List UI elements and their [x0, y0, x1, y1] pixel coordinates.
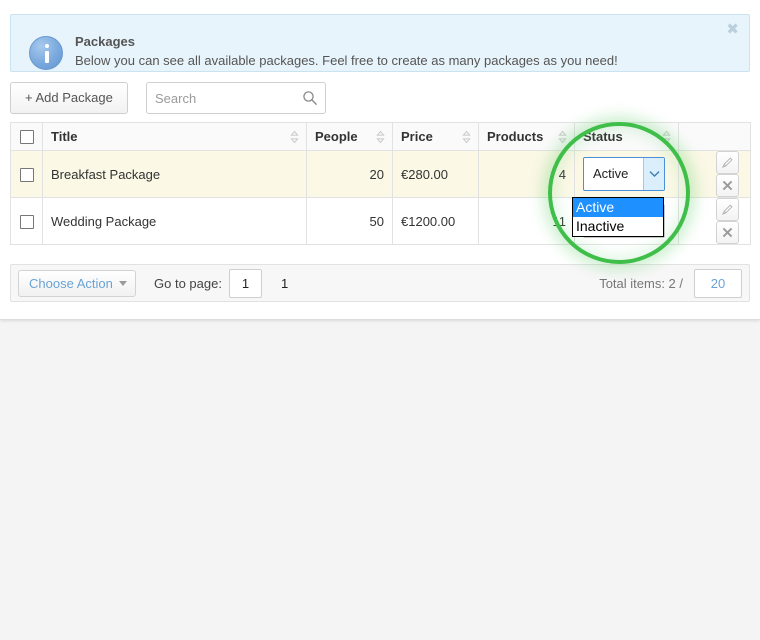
cell-status[interactable]: Active	[574, 150, 679, 198]
table-header-row: Title People Price Products Status	[10, 122, 751, 151]
column-label: Status	[583, 129, 623, 144]
close-icon	[722, 227, 733, 238]
page-number-input[interactable]	[229, 269, 262, 298]
search-input[interactable]	[147, 83, 299, 113]
status-select-value: Active	[593, 166, 629, 181]
alert-message: Below you can see all available packages…	[75, 53, 618, 68]
dropdown-option-inactive[interactable]: Inactive	[573, 217, 663, 236]
delete-button[interactable]	[716, 174, 739, 197]
cell-title: Wedding Package	[42, 197, 307, 245]
close-icon[interactable]: ✖	[726, 22, 739, 37]
goto-page-label: Go to page:	[154, 276, 222, 291]
column-label: Title	[51, 129, 78, 144]
delete-button[interactable]	[716, 221, 739, 244]
search-icon	[303, 91, 318, 106]
cell-title: Breakfast Package	[42, 150, 307, 198]
sort-icon[interactable]	[558, 130, 567, 143]
column-header-status[interactable]: Status	[574, 122, 679, 151]
column-header-products[interactable]: Products	[478, 122, 575, 151]
status-select[interactable]: Active	[583, 157, 665, 191]
column-header-price[interactable]: Price	[392, 122, 479, 151]
choose-action-button[interactable]: Choose Action	[18, 270, 136, 297]
cell-products: 11	[478, 197, 575, 245]
pencil-icon	[722, 204, 733, 215]
row-checkbox[interactable]	[19, 167, 34, 182]
close-icon	[722, 180, 733, 191]
row-select-cell[interactable]	[10, 197, 43, 245]
row-checkbox[interactable]	[19, 214, 34, 229]
chevron-down-icon[interactable]	[643, 158, 664, 190]
total-items-label: Total items: 2 /	[599, 276, 683, 291]
column-header-actions	[678, 122, 751, 151]
column-label: Price	[401, 129, 433, 144]
select-all-checkbox[interactable]	[19, 130, 34, 145]
choose-action-label: Choose Action	[29, 276, 113, 291]
table-row[interactable]: Breakfast Package 20 €280.00 4 Active	[10, 150, 751, 198]
row-select-cell[interactable]	[10, 150, 43, 198]
cell-actions[interactable]	[678, 150, 751, 198]
dropdown-option-active[interactable]: Active	[573, 198, 663, 217]
column-header-title[interactable]: Title	[42, 122, 307, 151]
info-icon	[29, 36, 63, 70]
page-count: 1	[281, 276, 289, 291]
column-label: Products	[487, 129, 544, 144]
header-select-all[interactable]	[10, 122, 43, 151]
per-page-selector[interactable]: 20	[694, 269, 742, 298]
column-header-people[interactable]: People	[306, 122, 393, 151]
sort-icon[interactable]	[462, 130, 471, 143]
status-dropdown-options[interactable]: Active Inactive	[572, 197, 664, 237]
table-footer: Choose Action Go to page: 1 Total items:…	[10, 264, 750, 302]
cell-price: €1200.00	[392, 197, 479, 245]
alert-title: Packages	[75, 34, 135, 49]
pencil-icon	[722, 157, 733, 168]
column-label: People	[315, 129, 358, 144]
cell-people: 20	[306, 150, 393, 198]
search-field[interactable]	[146, 82, 326, 114]
cell-people: 50	[306, 197, 393, 245]
cell-price: €280.00	[392, 150, 479, 198]
cell-actions[interactable]	[678, 197, 751, 245]
add-package-button[interactable]: + Add Package	[10, 82, 128, 114]
content-sheet: Packages Below you can see all available…	[0, 0, 760, 320]
info-alert: Packages Below you can see all available…	[10, 14, 750, 72]
edit-button[interactable]	[716, 198, 739, 221]
sort-icon[interactable]	[290, 130, 299, 143]
cell-products: 4	[478, 150, 575, 198]
edit-button[interactable]	[716, 151, 739, 174]
caret-down-icon	[118, 281, 127, 286]
sort-icon[interactable]	[662, 130, 671, 143]
sort-icon[interactable]	[376, 130, 385, 143]
